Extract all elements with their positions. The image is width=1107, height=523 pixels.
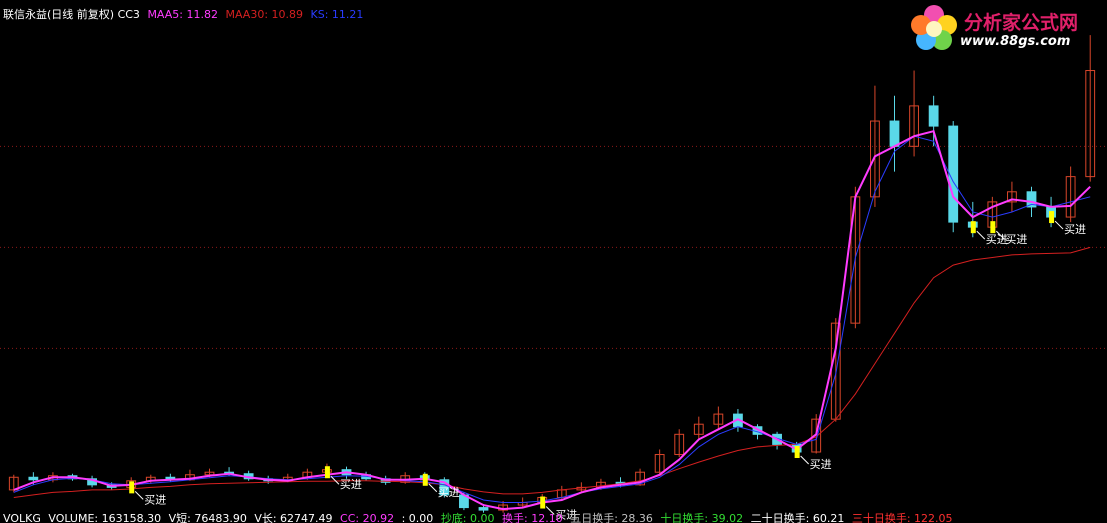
vlong-value: V长: 62747.49 — [254, 512, 333, 523]
buy-signal-label: 买进 — [144, 493, 166, 506]
flower-icon — [911, 5, 957, 50]
buy-arrow-icon — [976, 230, 986, 240]
price-chart[interactable]: 买进买进买进买进买进买进买进买进 — [0, 0, 1107, 523]
maa5-line — [13, 129, 1091, 511]
buy-signal-bar — [970, 221, 976, 234]
logo-name: 分析家公式网 — [964, 12, 1079, 34]
vshort-value: V短: 76483.90 — [168, 512, 247, 523]
maa30-line — [13, 246, 1091, 498]
buy-signal-label: 买进 — [1005, 233, 1027, 246]
buy-arrow-icon — [134, 491, 144, 500]
buy-signal-bar — [324, 466, 330, 479]
chaodi-value: 抄底: 0.00 — [440, 512, 495, 523]
ks-line — [13, 135, 1091, 503]
buy-arrow-icon — [800, 455, 809, 465]
indicator-footer: VOLKG VOLUME: 163158.30 V短: 76483.90 V长:… — [3, 510, 957, 523]
huanshou-value: 换手: 12.10 — [502, 512, 563, 523]
buy-signal-label: 买进 — [438, 486, 460, 499]
ks-legend: KS: 11.21 — [310, 8, 364, 21]
buy-signal-bar — [129, 481, 135, 494]
buy-signal-bar — [794, 446, 800, 458]
chart-window: 买进 买进 买进 买进 买进 买进 买进 买进 联信永益(日线 前复权) CC3 MAA5: … — [0, 0, 1107, 523]
sanshiri-value: 三十日换手: 122.05 — [851, 512, 953, 523]
volume-value: VOLUME: 163158.30 — [48, 512, 162, 523]
site-logo: 分析家公式网 www.88gs.com — [906, 2, 1106, 52]
buy-signal-label: 买进 — [1064, 223, 1086, 236]
candle-body — [928, 105, 939, 127]
buy-arrow-icon — [330, 475, 340, 485]
buy-signal-bar — [540, 496, 546, 509]
candle-body — [889, 120, 900, 147]
buy-arrow-icon — [428, 483, 438, 493]
buy-signal-label: 买进 — [340, 478, 362, 491]
volkg-label: VOLKG — [3, 512, 41, 523]
zero-value: : 0.00 — [401, 512, 434, 523]
cc-value: CC: 20.92 — [340, 512, 395, 523]
buy-signal-bar — [1049, 211, 1055, 224]
candle-body — [948, 125, 959, 223]
wuri-value: 五日换手: 28.36 — [570, 512, 653, 523]
buy-signal-label: 买进 — [810, 458, 832, 471]
chart-header: 联信永益(日线 前复权) CC3 MAA5: 11.82 MAA30: 10.8… — [3, 6, 367, 22]
logo-url: www.88gs.com — [960, 34, 1071, 49]
chart-title: 联信永益(日线 前复权) CC3 — [3, 8, 140, 21]
candle-body — [28, 476, 39, 481]
ershiri-value: 二十日换手: 60.21 — [750, 512, 845, 523]
buy-signal-bar — [990, 221, 996, 234]
maa30-legend: MAA30: 10.89 — [225, 8, 304, 21]
maa5-legend: MAA5: 11.82 — [147, 8, 218, 21]
shiri-value: 十日换手: 39.02 — [660, 512, 744, 523]
buy-arrow-icon — [1054, 220, 1064, 230]
buy-signal-bar — [422, 473, 428, 486]
